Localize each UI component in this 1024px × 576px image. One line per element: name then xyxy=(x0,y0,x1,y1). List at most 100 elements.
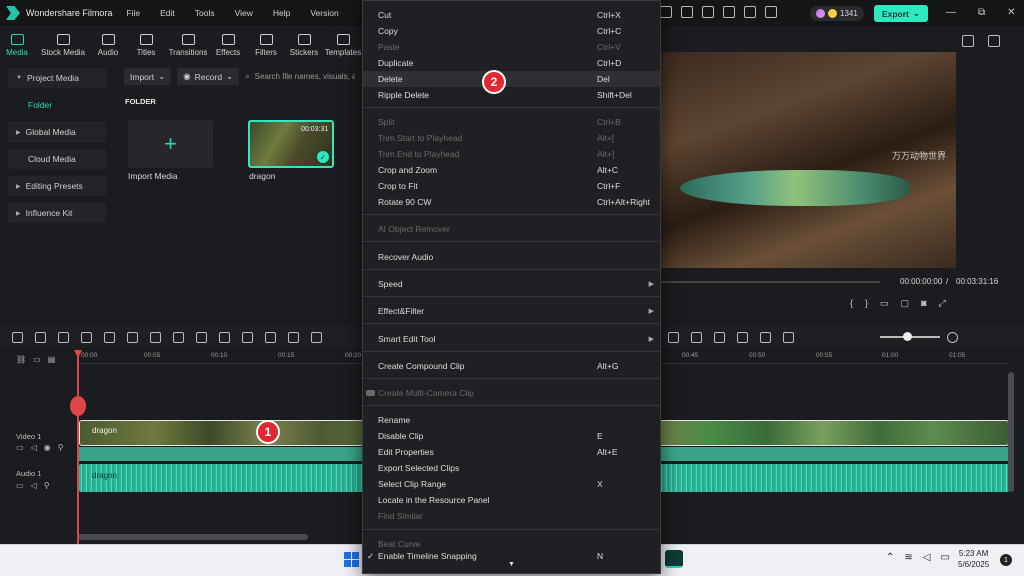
menu-view[interactable]: View xyxy=(235,8,253,18)
menu-item-crop-to-fit[interactable]: Crop to Fit Ctrl+F xyxy=(363,178,660,194)
text-icon[interactable] xyxy=(196,331,207,343)
voiceover-icon[interactable] xyxy=(737,331,748,343)
eye-icon[interactable]: ◉ xyxy=(44,443,51,452)
delete-icon[interactable] xyxy=(104,331,115,343)
menu-item-export-selected-clips[interactable]: Export Selected Clips xyxy=(363,460,660,476)
menu-item-cut[interactable]: Cut Ctrl+X xyxy=(363,7,660,23)
menu-item-rotate[interactable]: Rotate 90 CW Ctrl+Alt+Right xyxy=(363,194,660,210)
menu-item-ripple-delete[interactable]: Ripple Delete Shift+Del xyxy=(363,87,660,103)
folder-icon[interactable]: ▭ xyxy=(16,443,24,452)
cut-icon[interactable] xyxy=(127,331,138,343)
taskbar-clock[interactable]: 5:23 AM 5/6/2025 xyxy=(958,548,989,570)
undo-icon[interactable] xyxy=(58,331,69,343)
shield-icon[interactable] xyxy=(691,331,702,343)
link-icon[interactable]: ⛓ xyxy=(16,355,26,364)
battery-icon[interactable]: ▭ xyxy=(940,552,949,563)
tab-media[interactable]: Media xyxy=(0,26,34,64)
save-icon[interactable] xyxy=(702,6,714,18)
transform-icon[interactable] xyxy=(219,331,230,343)
filmora-taskbar-icon[interactable] xyxy=(665,550,683,568)
menu-item-effect-filter[interactable]: Effect&Filter ▶ xyxy=(363,303,660,319)
wifi-icon[interactable]: ≋ xyxy=(904,552,912,563)
windows-logo-icon[interactable] xyxy=(344,552,359,567)
menu-item-enable-snapping[interactable]: ✓ Enable Timeline Snapping N xyxy=(363,551,660,561)
menu-item-duplicate[interactable]: Duplicate Ctrl+D xyxy=(363,55,660,71)
image-icon[interactable] xyxy=(988,35,1000,47)
sidebar-item-editing-presets[interactable]: ▶ Editing Presets xyxy=(8,176,106,196)
speaker-icon[interactable]: ◁ xyxy=(31,443,37,452)
timer-icon[interactable] xyxy=(288,331,299,343)
camera-icon[interactable]: ◙ xyxy=(921,298,926,309)
timeline-horizontal-scrollbar[interactable] xyxy=(78,534,308,540)
tab-titles[interactable]: Titles xyxy=(124,26,168,64)
sidebar-item-global-media[interactable]: ▶ Global Media xyxy=(8,122,106,142)
mic-icon[interactable] xyxy=(714,331,725,343)
snapshot-icon[interactable]: ▭ xyxy=(880,298,889,309)
sidebar-item-cloud-media[interactable]: Cloud Media xyxy=(8,149,106,169)
notification-badge[interactable]: 1 xyxy=(1000,554,1012,566)
speed-icon[interactable] xyxy=(265,331,276,343)
upload-icon[interactable] xyxy=(723,6,735,18)
headset-icon[interactable] xyxy=(744,6,756,18)
close-icon[interactable]: ✕ xyxy=(1007,7,1015,18)
select-icon[interactable] xyxy=(35,331,46,343)
playhead-line[interactable] xyxy=(77,350,79,544)
tab-effects[interactable]: Effects xyxy=(208,26,248,64)
mark-in-icon[interactable]: { xyxy=(850,298,853,309)
tab-filters[interactable]: Filters xyxy=(248,26,284,64)
menu-item-create-compound-clip[interactable]: Create Compound Clip Alt+G xyxy=(363,358,660,374)
mark-out-icon[interactable]: } xyxy=(865,298,868,309)
zoom-slider-handle[interactable] xyxy=(903,332,912,341)
minimize-icon[interactable]: — xyxy=(946,7,956,18)
ai-icon[interactable] xyxy=(311,331,322,343)
tab-templates[interactable]: Templates xyxy=(324,26,362,64)
layout-icon[interactable] xyxy=(962,35,974,47)
redo-icon[interactable] xyxy=(81,331,92,343)
restore-icon[interactable]: ⧉ xyxy=(978,7,985,18)
menu-item-rename[interactable]: Rename xyxy=(363,412,660,428)
menu-item-disable-clip[interactable]: Disable Clip E xyxy=(363,428,660,444)
menu-scroll-down-icon[interactable]: ▼ xyxy=(508,561,515,568)
sidebar-item-project-media[interactable]: ▼ Project Media xyxy=(8,68,106,88)
import-media-tile[interactable]: + xyxy=(128,120,213,168)
color-icon[interactable] xyxy=(242,331,253,343)
menu-item-smart-edit-tool[interactable]: Smart Edit Tool ▶ xyxy=(363,331,660,347)
menu-item-crop-and-zoom[interactable]: Crop and Zoom Alt+C xyxy=(363,162,660,178)
menu-help[interactable]: Help xyxy=(273,8,290,18)
search-input[interactable]: ⌕ Search file names, visuals, a xyxy=(245,68,355,85)
speaker-icon[interactable]: ◁ xyxy=(923,552,931,563)
folder-icon[interactable]: ▭ xyxy=(16,481,24,490)
menu-version[interactable]: Version xyxy=(310,8,338,18)
cloud-icon[interactable] xyxy=(660,6,672,18)
preview-scrubber[interactable] xyxy=(660,281,880,283)
menu-edit[interactable]: Edit xyxy=(160,8,175,18)
split-icon[interactable] xyxy=(150,331,161,343)
menu-tools[interactable]: Tools xyxy=(195,8,215,18)
tab-stock-media[interactable]: Stock Media xyxy=(34,26,92,64)
menu-item-speed[interactable]: Speed ▶ xyxy=(363,276,660,292)
lock-icon[interactable]: ⚲ xyxy=(58,443,64,452)
menu-item-delete[interactable]: Delete Del xyxy=(363,71,660,87)
monitor-icon[interactable]: ▢ xyxy=(901,298,910,309)
speaker-icon[interactable]: ◁ xyxy=(31,481,37,490)
subtitle-icon[interactable] xyxy=(760,331,771,343)
timeline-vertical-scrollbar[interactable] xyxy=(1008,372,1014,492)
marker-icon[interactable] xyxy=(668,331,679,343)
zoom-in-icon[interactable] xyxy=(947,332,958,343)
zoom-out-icon[interactable] xyxy=(783,331,794,343)
grid-icon[interactable] xyxy=(765,6,777,18)
export-button[interactable]: Export ⌄ xyxy=(874,5,928,22)
menu-item-copy[interactable]: Copy Ctrl+C xyxy=(363,23,660,39)
tab-transitions[interactable]: Transitions xyxy=(168,26,208,64)
record-dropdown[interactable]: ◉ Record ⌄ xyxy=(177,68,240,85)
fullscreen-icon[interactable]: ⤢ xyxy=(939,298,946,309)
tab-audio[interactable]: Audio xyxy=(92,26,124,64)
share-icon[interactable] xyxy=(681,6,693,18)
menu-item-select-clip-range[interactable]: Select Clip Range X xyxy=(363,476,660,492)
menu-item-edit-properties[interactable]: Edit Properties Alt+E xyxy=(363,444,660,460)
import-dropdown[interactable]: Import ⌄ xyxy=(124,68,172,85)
sidebar-item-folder[interactable]: Folder xyxy=(8,95,106,115)
credits-badge[interactable]: 1341 xyxy=(810,6,864,21)
menu-item-recover-audio[interactable]: Recover Audio xyxy=(363,249,660,265)
layout-icon[interactable] xyxy=(12,331,23,343)
